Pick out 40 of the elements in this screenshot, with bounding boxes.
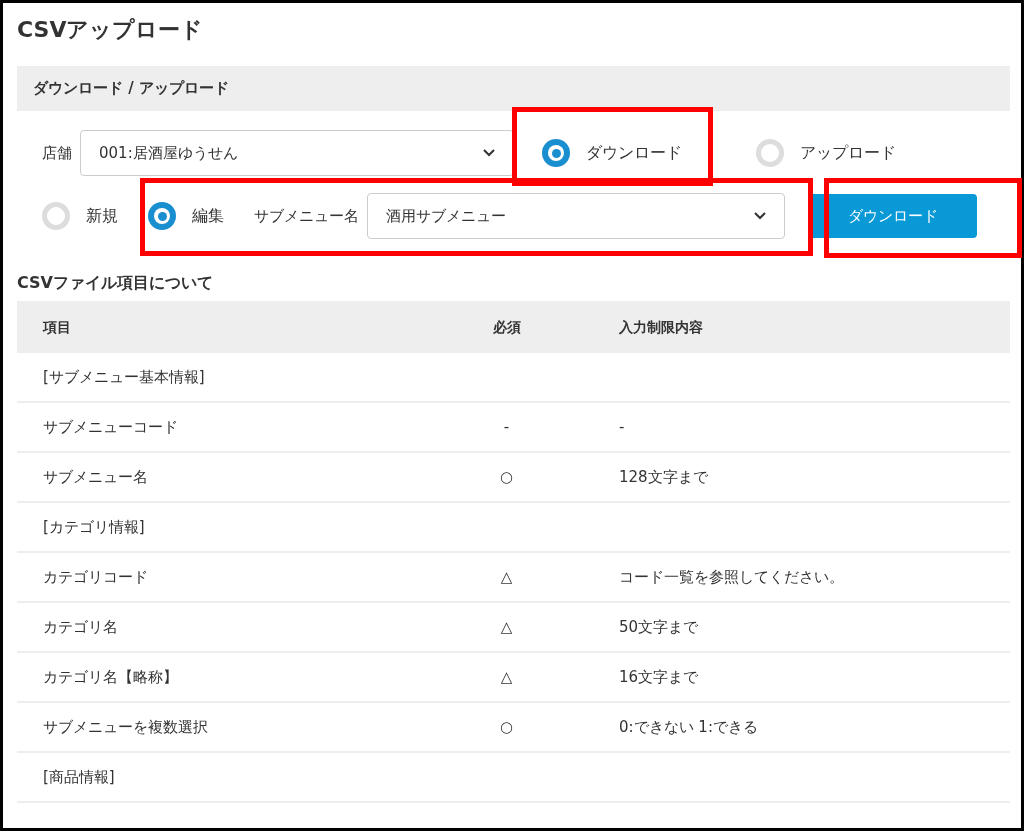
table-cell-text: - [502, 416, 511, 438]
field-label: 店舗 [42, 142, 72, 164]
page-title: CSVアップロード [17, 16, 205, 44]
radio-button[interactable] [148, 202, 176, 230]
table-cell-text: ○ [498, 716, 515, 738]
radio-option[interactable]: 新規 [42, 202, 118, 230]
table-cell-text: コード一覧を参照してください。 [618, 566, 844, 588]
table-cell-text: 50文字まで [618, 616, 699, 638]
table-cell-text: 0:できない 1:できる [618, 716, 758, 738]
table-cell-text: ○ [498, 466, 515, 488]
table-cell-text: [商品情報] [42, 766, 116, 788]
table-cell-text: △ [499, 666, 514, 688]
chevron-down-icon [754, 212, 766, 220]
table-cell-text: 128文字まで [618, 466, 708, 488]
table-cell-text: サブメニュー名 [42, 466, 149, 488]
table-cell-text: [カテゴリ情報] [42, 516, 146, 538]
table-cell-text: △ [499, 566, 514, 588]
section-title: CSVファイル項目について [17, 272, 214, 294]
table-cell-text: △ [499, 616, 514, 638]
column-header: 必須 [491, 317, 522, 337]
field-label: サブメニュー名 [254, 205, 359, 227]
table-cell-text: サブメニューを複数選択 [42, 716, 209, 738]
table-cell-text: [サブメニュー基本情報] [42, 366, 206, 388]
chevron-down-icon [483, 149, 495, 157]
column-header: 項目 [41, 317, 72, 337]
table-cell-text: カテゴリ名 [42, 616, 119, 638]
table-cell-text: 16文字まで [618, 666, 699, 688]
submenu-select[interactable]: 酒用サブメニュー [367, 193, 785, 239]
radio-option[interactable]: ダウンロード [542, 139, 726, 167]
table-cell-text: - [618, 416, 625, 438]
radio-button[interactable] [542, 139, 570, 167]
radio-option[interactable]: アップロード [756, 139, 896, 167]
radio-button[interactable] [42, 202, 70, 230]
table-cell-text: カテゴリ名【略称】 [42, 666, 179, 688]
section-header: ダウンロード / アップロード [17, 66, 1010, 111]
table-cell-text: カテゴリコード [42, 566, 149, 588]
radio-option[interactable]: 編集 [148, 202, 224, 230]
radio-button[interactable] [756, 139, 784, 167]
column-header: 入力制限内容 [618, 317, 703, 337]
table-cell-text: サブメニューコード [42, 416, 179, 438]
